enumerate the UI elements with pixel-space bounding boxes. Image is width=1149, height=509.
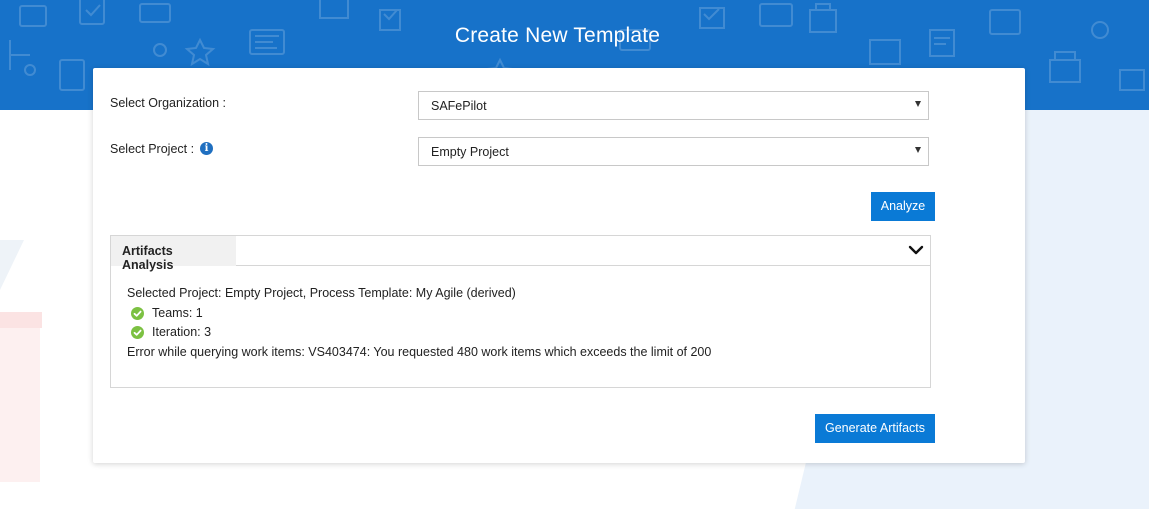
template-form-card: Select Organization : SAFePilot Select P…: [93, 68, 1025, 463]
generate-artifacts-button[interactable]: Generate Artifacts: [815, 414, 935, 443]
project-label: Select Project :: [110, 142, 195, 156]
organization-select[interactable]: SAFePilot: [418, 91, 929, 120]
error-message: Error while querying work items: VS40347…: [127, 344, 712, 359]
check-circle-icon: [131, 306, 144, 320]
info-icon[interactable]: i: [200, 142, 213, 155]
page-title: Create New Template: [454, 24, 661, 47]
chevron-down-icon: [915, 147, 921, 153]
background-shape: [0, 240, 24, 290]
teams-count: Teams: 1: [152, 305, 203, 320]
panel-title: Artifacts Analysis: [111, 236, 236, 272]
background-shape: [0, 312, 40, 482]
list-item: Iteration: 3: [127, 323, 917, 343]
project-select[interactable]: Empty Project: [418, 137, 929, 166]
analyze-button[interactable]: Analyze: [871, 192, 935, 221]
organization-select-value: SAFePilot: [431, 99, 487, 113]
chevron-down-icon[interactable]: [908, 243, 924, 257]
panel-header[interactable]: Artifacts Analysis: [111, 236, 930, 272]
organization-label: Select Organization :: [110, 96, 227, 110]
panel-body: Selected Project: Empty Project, Process…: [127, 284, 917, 362]
check-circle-icon: [131, 326, 144, 340]
list-item: Teams: 1: [127, 304, 917, 324]
artifacts-analysis-panel: Artifacts Analysis Selected Project: Emp…: [110, 235, 931, 388]
chevron-down-icon: [915, 101, 921, 107]
background-shape: [0, 312, 42, 328]
iteration-count: Iteration: 3: [152, 325, 212, 339]
analysis-summary: Selected Project: Empty Project, Process…: [127, 286, 516, 300]
project-select-value: Empty Project: [431, 145, 509, 159]
